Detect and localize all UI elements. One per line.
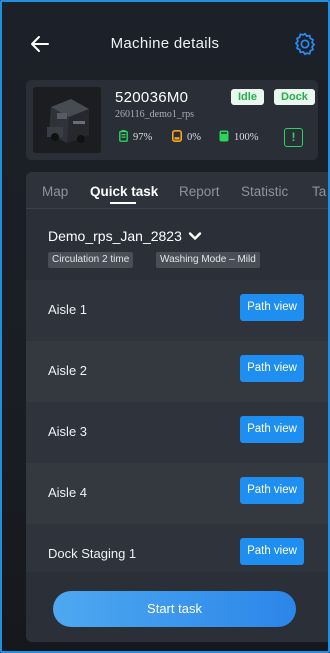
tab-truncated[interactable]: Ta <box>312 184 326 199</box>
tab-bar: Map Quick task Report Statistic Ta <box>26 172 328 209</box>
path-view-button[interactable]: Path view <box>240 416 304 443</box>
machine-card[interactable]: 520036M0 260116_demo1_rps Idle Dock 97% … <box>26 80 318 160</box>
chevron-down-icon[interactable] <box>188 229 202 243</box>
battery-stat: 97% <box>119 130 152 143</box>
battery-value: 97% <box>133 132 153 143</box>
tab-statistic[interactable]: Statistic <box>241 184 288 199</box>
list-item-label: Aisle 2 <box>48 363 88 378</box>
path-view-button[interactable]: Path view <box>240 294 304 321</box>
tank-value: 100% <box>234 132 259 143</box>
list-item: Aisle 4 Path view <box>26 463 328 524</box>
tab-quick-task[interactable]: Quick task <box>90 184 158 199</box>
app-frame: Machine details 520036M0 260116_demo1_rp… <box>0 0 330 653</box>
list-item-label: Aisle 4 <box>48 485 88 500</box>
water-value: 0% <box>187 132 201 143</box>
start-task-button[interactable]: Start task <box>53 591 296 627</box>
circulation-chip: Circulation 2 time <box>48 252 134 268</box>
water-stat: 0% <box>172 130 201 143</box>
machine-subtitle: 260116_demo1_rps <box>115 109 195 120</box>
footer: Start task <box>26 572 328 642</box>
list-item-label: Dock Staging 1 <box>48 546 137 561</box>
list-item-label: Aisle 3 <box>48 424 88 439</box>
tab-map[interactable]: Map <box>42 184 68 199</box>
path-view-button[interactable]: Path view <box>240 355 304 382</box>
battery-icon <box>119 130 128 142</box>
list-item: Aisle 2 Path view <box>26 341 328 402</box>
tank-icon <box>219 130 229 142</box>
machine-image <box>33 87 101 153</box>
water-icon <box>172 130 182 142</box>
alert-icon[interactable]: ! <box>284 128 303 147</box>
list-item: Aisle 1 Path view <box>26 280 328 341</box>
path-view-button[interactable]: Path view <box>240 477 304 504</box>
tab-report[interactable]: Report <box>179 184 220 199</box>
header: Machine details <box>2 2 328 80</box>
list-item: Aisle 3 Path view <box>26 402 328 463</box>
page-title: Machine details <box>110 35 220 52</box>
tank-stat: 100% <box>219 130 259 143</box>
list-item-label: Aisle 1 <box>48 302 88 317</box>
active-tab-indicator <box>110 202 136 204</box>
status-badge-idle: Idle <box>231 89 264 105</box>
task-selector[interactable]: Demo_rps_Jan_2823 <box>48 228 182 244</box>
gear-icon[interactable] <box>292 31 318 57</box>
machine-id: 520036M0 <box>115 89 189 106</box>
status-badge-dock: Dock <box>274 89 315 105</box>
washing-mode-chip: Washing Mode – Mild <box>156 252 260 268</box>
path-view-button[interactable]: Path view <box>240 538 304 565</box>
task-panel: Map Quick task Report Statistic Ta Demo_… <box>26 172 328 642</box>
